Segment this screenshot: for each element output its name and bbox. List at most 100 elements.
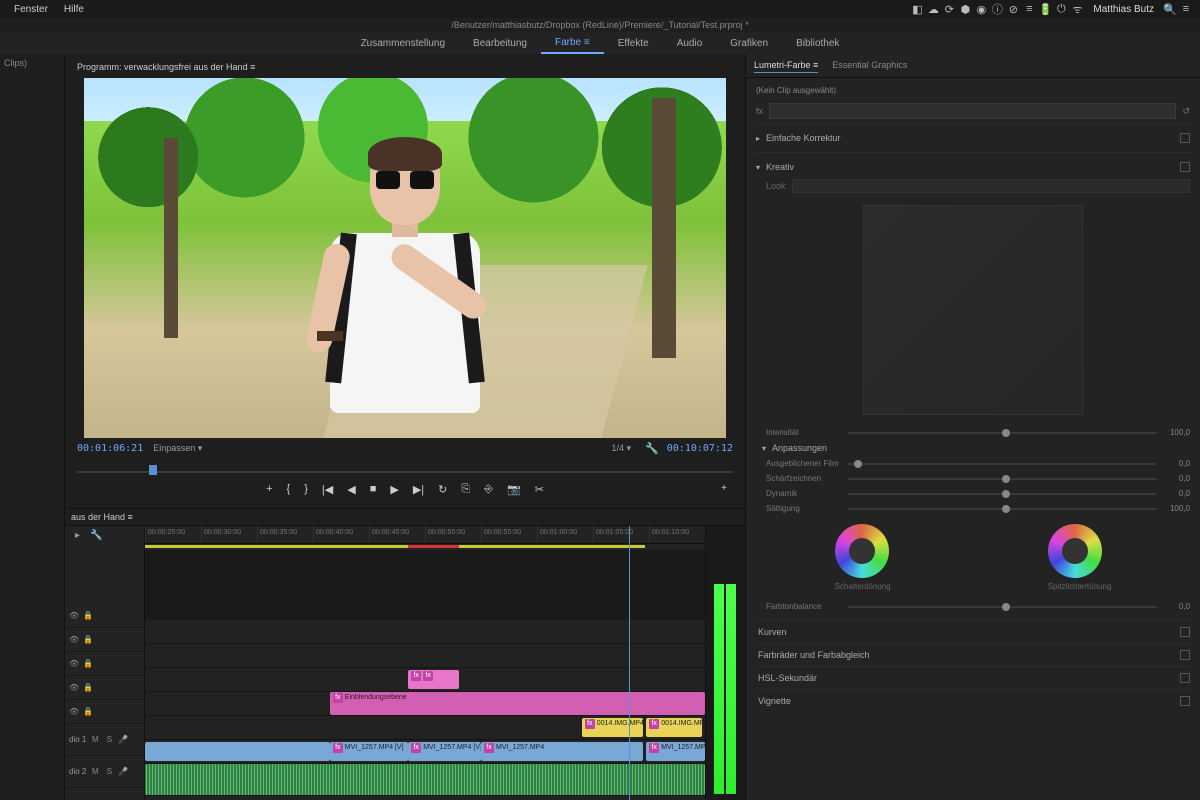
slider-faded[interactable]: Ausgeblichener Film 0,0 bbox=[756, 456, 1190, 471]
step-fwd-button[interactable]: ▶ bbox=[390, 483, 398, 496]
sequence-name[interactable]: aus der Hand ≡ bbox=[71, 512, 133, 522]
info-icon[interactable]: ⓘ bbox=[989, 1, 1005, 17]
clip-adjustment[interactable]: fxEinblendungsebene bbox=[330, 692, 705, 715]
workspace-effects[interactable]: Effekte bbox=[604, 34, 663, 53]
slider-tint-balance[interactable]: Farbtonbalance 0,0 bbox=[756, 599, 1190, 614]
clip-v3-small[interactable]: fxfx bbox=[408, 670, 458, 689]
track-v1[interactable]: fxMVI_1257.MP4 [V] fxMVI_1257.MP4 [V] fx… bbox=[145, 740, 705, 764]
slider-saturation[interactable]: Sättigung 100,0 bbox=[756, 501, 1190, 516]
track-headers: ▸ 🔧 👁🔒 👁🔒 👁🔒 👁🔒 👁🔒 dio 1MS🎤 dio 2MS🎤 bbox=[65, 526, 145, 800]
track-v2b[interactable]: fxEinblendungsebene bbox=[145, 692, 705, 716]
program-title[interactable]: Programm: verwacklungsfrei aus der Hand … bbox=[75, 60, 735, 78]
workspace-audio[interactable]: Audio bbox=[663, 34, 717, 53]
track-v3-header[interactable]: 👁🔒 bbox=[65, 652, 144, 676]
work-area-bar[interactable] bbox=[145, 544, 705, 550]
status-icon[interactable]: ◉ bbox=[973, 3, 989, 16]
export-frame-button[interactable]: 📷 bbox=[507, 483, 521, 496]
search-icon[interactable]: 🔍 bbox=[1162, 3, 1178, 16]
clip-v1-3[interactable]: fxMVI_1257.MP4 bbox=[481, 742, 643, 761]
snap-tool[interactable]: ▸ bbox=[75, 530, 80, 541]
section-adjustments[interactable]: ▾Anpassungen bbox=[756, 440, 1190, 456]
clip-yellow-2[interactable]: fx0014.IMG.MP4 bbox=[646, 718, 702, 737]
track-a1-header[interactable]: dio 1MS🎤 bbox=[65, 724, 144, 756]
slider-vibrance[interactable]: Dynamik 0,0 bbox=[756, 486, 1190, 501]
program-viewer[interactable] bbox=[84, 78, 726, 438]
track-v2[interactable]: fx0014.IMG.MP4 fx0014.IMG.MP4 bbox=[145, 716, 705, 740]
loop-button[interactable]: ↻ bbox=[438, 483, 447, 496]
tab-essential-graphics[interactable]: Essential Graphics bbox=[832, 58, 907, 73]
step-back-button[interactable]: ◀ bbox=[347, 483, 355, 496]
goto-out-button[interactable]: ▶| bbox=[413, 483, 424, 496]
workspace-color[interactable]: Farbe ≡ bbox=[541, 33, 604, 54]
highlight-tint-wheel[interactable] bbox=[1048, 524, 1102, 578]
list-icon[interactable]: ≡ bbox=[1178, 3, 1194, 15]
section-creative[interactable]: ▾Kreativ bbox=[756, 159, 1190, 175]
track-v5[interactable] bbox=[145, 620, 705, 644]
fit-dropdown[interactable]: Einpassen ▾ bbox=[153, 443, 202, 454]
track-v3[interactable]: fxfx bbox=[145, 668, 705, 692]
wrench-tool[interactable]: 🔧 bbox=[90, 530, 102, 541]
track-v4[interactable] bbox=[145, 644, 705, 668]
fx-badge[interactable]: fx bbox=[756, 106, 763, 116]
track-a2-header[interactable]: dio 2MS🎤 bbox=[65, 756, 144, 788]
clip-v1-0[interactable] bbox=[145, 742, 330, 761]
zoom-dropdown[interactable]: 1/4 ▾ bbox=[612, 443, 632, 454]
settings-icon[interactable]: 🔧 bbox=[645, 442, 659, 455]
goto-in-button[interactable]: |◀ bbox=[322, 483, 333, 496]
shadow-tint-wheel[interactable] bbox=[835, 524, 889, 578]
lift-button[interactable]: ⎘ bbox=[461, 483, 470, 496]
lut-dropdown[interactable] bbox=[792, 179, 1190, 193]
program-scrubber[interactable] bbox=[77, 461, 733, 477]
workspace-editing[interactable]: Bearbeitung bbox=[459, 34, 541, 53]
clip-a1[interactable] bbox=[145, 764, 705, 795]
in-button[interactable]: { bbox=[287, 483, 291, 496]
slider-sharpen[interactable]: Schärfzeichnen 0,0 bbox=[756, 471, 1190, 486]
menu-help[interactable]: Hilfe bbox=[56, 4, 92, 15]
track-v5-header[interactable]: 👁🔒 bbox=[65, 604, 144, 628]
track-v2-header[interactable]: 👁🔒 bbox=[65, 676, 144, 700]
wifi-icon[interactable]: ᯤ bbox=[1069, 2, 1085, 17]
menu-icon[interactable]: ≡ bbox=[1021, 3, 1037, 15]
power-icon[interactable]: ⏻ bbox=[1053, 3, 1069, 16]
section-hsl[interactable]: HSL-Sekundär bbox=[756, 666, 1190, 689]
workspace-assembly[interactable]: Zusammenstellung bbox=[347, 34, 459, 53]
section-basic[interactable]: ▸Einfache Korrektur bbox=[756, 130, 1190, 146]
time-ruler[interactable]: 00:00:25:0000:00:30:00 00:00:35:0000:00:… bbox=[145, 526, 705, 544]
clip-v1-1[interactable]: fxMVI_1257.MP4 [V] bbox=[330, 742, 408, 761]
clip-v1-4[interactable]: fxMVI_1257.MP4 bbox=[646, 742, 705, 761]
track-a1[interactable] bbox=[145, 764, 705, 796]
section-colorwheels[interactable]: Farbräder und Farbabgleich bbox=[756, 643, 1190, 666]
slider-intensity[interactable]: Intensität 100,0 bbox=[756, 425, 1190, 440]
add-button[interactable]: + bbox=[721, 483, 727, 494]
timecode-out[interactable]: 00:10:07:12 bbox=[667, 443, 733, 454]
reset-icon[interactable]: ↺ bbox=[1182, 106, 1190, 117]
marker-button[interactable]: + bbox=[266, 483, 272, 496]
playhead[interactable] bbox=[629, 526, 630, 800]
play-button[interactable]: ■ bbox=[370, 483, 377, 496]
meter-right bbox=[726, 584, 736, 794]
dnd-icon[interactable]: ⊘ bbox=[1005, 3, 1021, 16]
cc-icon[interactable]: ◧ bbox=[909, 3, 925, 16]
tab-lumetri[interactable]: Lumetri-Farbe ≡ bbox=[754, 58, 818, 73]
clip-v1-2[interactable]: fxMVI_1257.MP4 [V] bbox=[408, 742, 481, 761]
workspace-libraries[interactable]: Bibliothek bbox=[782, 34, 853, 53]
master-dropdown[interactable] bbox=[769, 103, 1176, 119]
sync-icon[interactable]: ⟳ bbox=[941, 3, 957, 16]
dropbox-icon[interactable]: ⬢ bbox=[957, 3, 973, 16]
section-curves[interactable]: Kurven bbox=[756, 620, 1190, 643]
shadow-tint-label: Schattentönung bbox=[835, 582, 891, 591]
track-v4-header[interactable]: 👁🔒 bbox=[65, 628, 144, 652]
menu-window[interactable]: Fenster bbox=[6, 4, 56, 15]
user-name[interactable]: Matthias Butz bbox=[1085, 4, 1162, 15]
track-a2[interactable] bbox=[145, 796, 705, 800]
extract-button[interactable]: ⎆ bbox=[484, 483, 493, 496]
section-vignette[interactable]: Vignette bbox=[756, 689, 1190, 712]
out-button[interactable]: } bbox=[304, 483, 308, 496]
clip-yellow-1[interactable]: fx0014.IMG.MP4 bbox=[582, 718, 644, 737]
track-v1-header[interactable]: 👁🔒 bbox=[65, 700, 144, 724]
workspace-graphics[interactable]: Grafiken bbox=[716, 34, 782, 53]
timeline-tracks[interactable]: 00:00:25:0000:00:30:00 00:00:35:0000:00:… bbox=[145, 526, 705, 800]
compare-button[interactable]: ✂ bbox=[535, 483, 544, 496]
cloud-icon[interactable]: ☁ bbox=[925, 3, 941, 16]
timecode-in[interactable]: 00:01:06:21 bbox=[77, 443, 143, 454]
